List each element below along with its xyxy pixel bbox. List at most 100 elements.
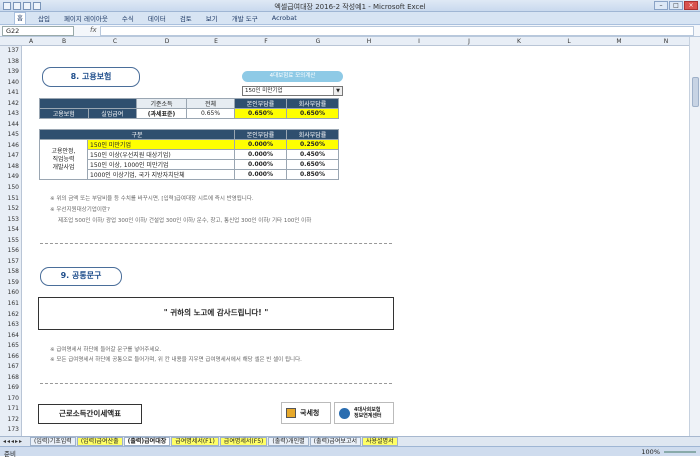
row-header[interactable]: 145	[0, 131, 22, 142]
column-header[interactable]: J	[444, 38, 494, 45]
row-header[interactable]: 148	[0, 163, 22, 174]
sheet-nav-arrows-icon[interactable]: ◂◂◂▸▸	[3, 438, 23, 445]
row-header[interactable]: 162	[0, 311, 22, 322]
row-header[interactable]: 160	[0, 289, 22, 300]
name-box[interactable]: G22	[2, 26, 74, 36]
row-header[interactable]: 167	[0, 363, 22, 374]
sheet-tab[interactable]: 급여명세서(F1)	[171, 437, 219, 446]
chevron-down-icon[interactable]: ▼	[333, 87, 342, 95]
calc-insurance-button[interactable]: 4대보험료 모의계산	[242, 71, 343, 82]
tab-insert[interactable]: 삽입	[36, 13, 52, 23]
column-header[interactable]: E	[192, 38, 240, 45]
column-header[interactable]: M	[594, 38, 644, 45]
tab-review[interactable]: 검토	[178, 13, 194, 23]
row-header[interactable]: 141	[0, 89, 22, 100]
row-header[interactable]: 158	[0, 268, 22, 279]
row-header[interactable]: 142	[0, 100, 22, 111]
tab-formulas[interactable]: 수식	[120, 13, 136, 23]
row-header[interactable]: 144	[0, 121, 22, 132]
minimize-button[interactable]: –	[654, 1, 668, 10]
company-size-dropdown[interactable]: 150인 미만기업 ▼	[242, 86, 343, 96]
row-header[interactable]: 151	[0, 195, 22, 206]
row-header[interactable]: 157	[0, 258, 22, 269]
column-header[interactable]: N	[644, 38, 688, 45]
column-header[interactable]: B	[40, 38, 88, 45]
sheet-tab[interactable]: (입력)급여산출	[76, 437, 123, 446]
column-header[interactable]: G	[292, 38, 344, 45]
logo-text-line: 정보연계센터	[354, 413, 382, 419]
row-header[interactable]: 152	[0, 205, 22, 216]
common-message-box[interactable]: " 귀하의 노고에 감사드립니다! "	[38, 297, 394, 330]
row-header[interactable]: 161	[0, 300, 22, 311]
table-cell[interactable]: 0.650%	[234, 108, 287, 119]
column-header[interactable]: I	[394, 38, 444, 45]
sheet-tab-active[interactable]: (출력)급여대장	[123, 437, 171, 446]
table-cell[interactable]: 0.65%	[186, 108, 235, 119]
row-header[interactable]: 143	[0, 110, 22, 121]
column-header[interactable]: C	[88, 38, 142, 45]
row-header[interactable]: 156	[0, 247, 22, 258]
table-cell[interactable]: 0.000%	[234, 169, 287, 180]
row-header[interactable]: 147	[0, 152, 22, 163]
tab-acrobat[interactable]: Acrobat	[270, 14, 299, 22]
row-header[interactable]: 137	[0, 47, 22, 58]
table-cell[interactable]: 0.650%	[286, 108, 339, 119]
table-cell[interactable]: 0.250%	[286, 139, 339, 150]
sheet-tab[interactable]: (출력)개인별	[268, 437, 309, 446]
table-cell[interactable]: 0.850%	[286, 169, 339, 180]
row-header[interactable]: 149	[0, 173, 22, 184]
tax-table-button[interactable]: 근로소득간이세액표	[38, 404, 142, 424]
table-cell: 150인 이상(우선지원 대상기업)	[87, 149, 235, 160]
table-cell[interactable]: 0.000%	[234, 139, 287, 150]
zoom-level[interactable]: 100%	[641, 448, 660, 456]
fx-icon[interactable]: fx	[90, 26, 97, 34]
tab-developer[interactable]: 개발 도구	[230, 13, 260, 23]
tab-page-layout[interactable]: 페이지 레이아웃	[62, 13, 110, 23]
scrollbar-thumb[interactable]	[692, 77, 699, 107]
row-header[interactable]: 172	[0, 416, 22, 427]
column-header[interactable]: H	[344, 38, 394, 45]
row-header[interactable]: 171	[0, 405, 22, 416]
sheet-tab[interactable]: 급여명세서(F5)	[219, 437, 268, 446]
tab-home[interactable]: 홈	[14, 12, 26, 24]
row-header[interactable]: 154	[0, 226, 22, 237]
row-header[interactable]: 169	[0, 384, 22, 395]
tab-data[interactable]: 데이터	[146, 13, 168, 23]
table-cell[interactable]: 0.450%	[286, 149, 339, 160]
row-header[interactable]: 170	[0, 395, 22, 406]
column-header[interactable]: D	[142, 38, 192, 45]
row-header[interactable]: 166	[0, 353, 22, 364]
sheet-tab[interactable]: (입력)기초입력	[30, 437, 76, 446]
row-header[interactable]: 139	[0, 68, 22, 79]
row-header[interactable]: 138	[0, 58, 22, 69]
row-header[interactable]: 159	[0, 279, 22, 290]
row-header[interactable]: 164	[0, 332, 22, 343]
row-header[interactable]: 155	[0, 237, 22, 248]
row-header[interactable]: 168	[0, 374, 22, 385]
table-cell[interactable]: (과세표준)	[136, 108, 187, 119]
nts-logo[interactable]: 국세청	[281, 402, 331, 424]
sheet-tab[interactable]: 사용설명서	[361, 437, 398, 446]
social-insurance-logo[interactable]: 4대사회보험 정보연계센터	[334, 402, 394, 424]
table-cell[interactable]: 0.650%	[286, 159, 339, 170]
row-header[interactable]: 150	[0, 184, 22, 195]
formula-input[interactable]	[100, 26, 694, 36]
row-header[interactable]: 146	[0, 142, 22, 153]
row-header[interactable]: 165	[0, 342, 22, 353]
maximize-button[interactable]: □	[669, 1, 683, 10]
row-header[interactable]: 140	[0, 79, 22, 90]
sheet-tab[interactable]: (출력)급여보고서	[309, 437, 361, 446]
table-cell[interactable]: 0.000%	[234, 149, 287, 160]
table-cell[interactable]: 0.000%	[234, 159, 287, 170]
column-header[interactable]: A	[22, 38, 40, 45]
column-header[interactable]: L	[544, 38, 594, 45]
tab-view[interactable]: 보기	[204, 13, 220, 23]
vertical-scrollbar[interactable]	[689, 37, 700, 436]
close-button[interactable]: ×	[684, 1, 698, 10]
row-header[interactable]: 163	[0, 321, 22, 332]
column-header[interactable]: K	[494, 38, 544, 45]
zoom-slider[interactable]	[664, 451, 696, 453]
row-header[interactable]: 153	[0, 216, 22, 227]
column-header[interactable]: F	[240, 38, 292, 45]
worksheet[interactable]: 8. 고용보험 4대보험료 모의계산 150인 미만기업 ▼ 기준소득 전체 본…	[22, 46, 689, 436]
